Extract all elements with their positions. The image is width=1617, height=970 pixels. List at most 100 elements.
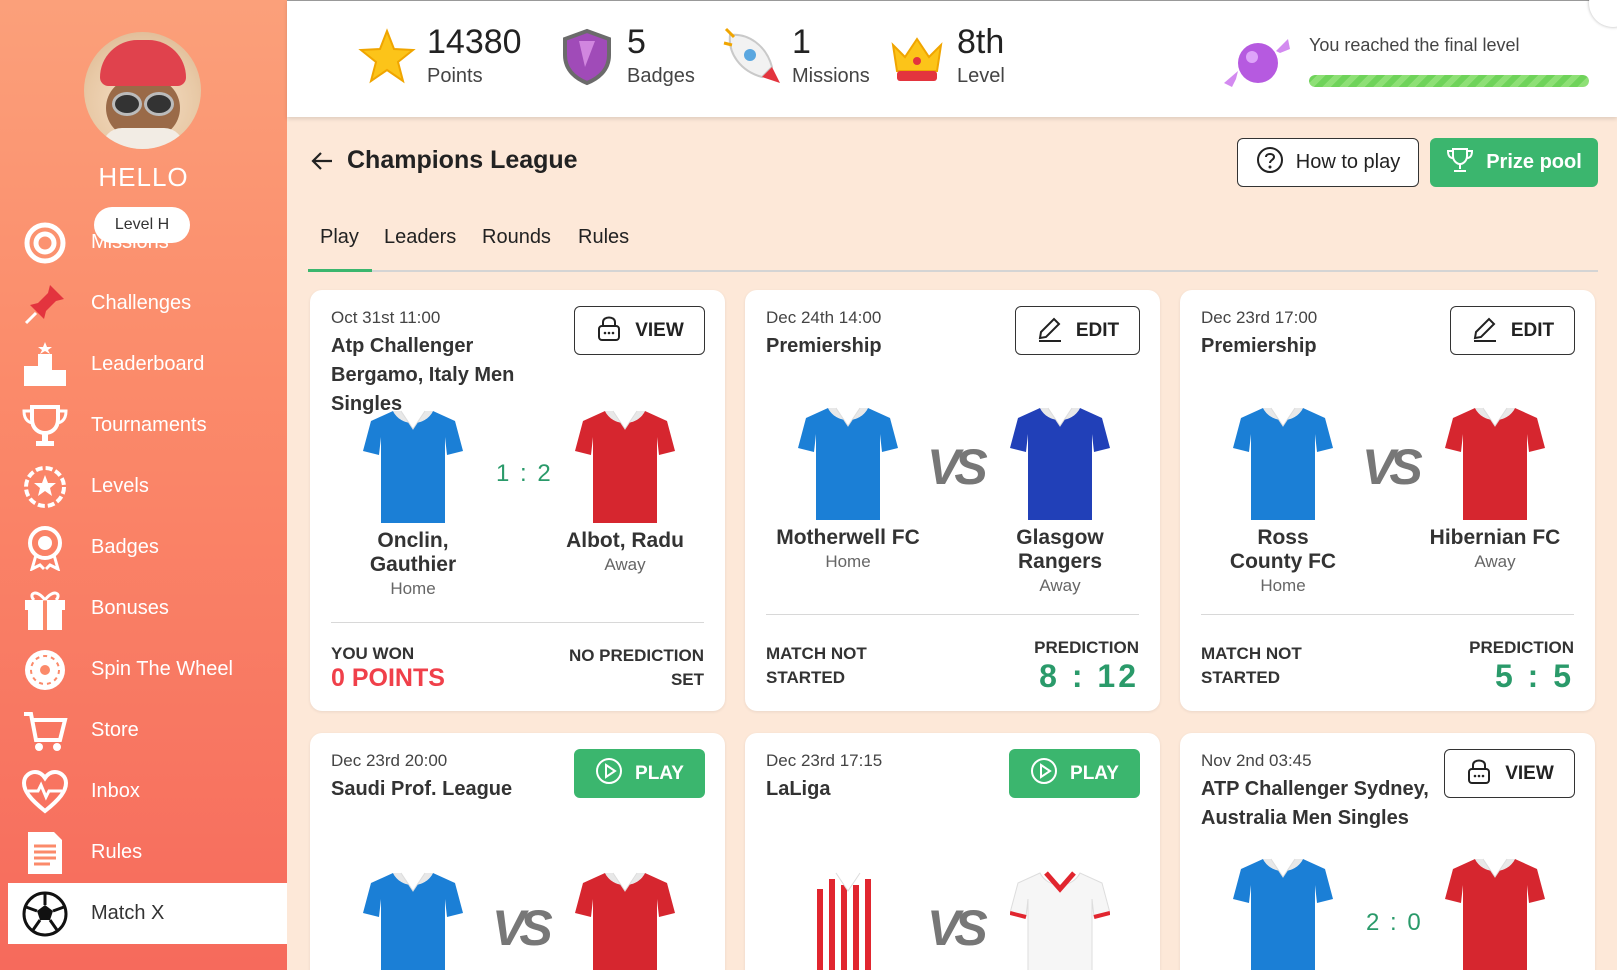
match-card: Dec 24th 14:00 Premiership EDIT VS Mothe…	[745, 290, 1160, 711]
sidebar-nav: Missions Challenges Leaderboard Tourname…	[0, 222, 287, 944]
away-shirt-icon	[1010, 869, 1110, 970]
home-shirt-icon	[1233, 855, 1333, 970]
away-team-name: Albot, Radu	[566, 529, 684, 552]
away-team-name: Hibernian FC	[1429, 526, 1561, 549]
level-label: Level	[957, 65, 1005, 87]
sidebar-item-store[interactable]: Store	[0, 700, 287, 761]
sidebar-item-label: Spin The Wheel	[91, 658, 233, 680]
play-button[interactable]: PLAY	[1009, 749, 1140, 798]
away-team: Glasgow Rangers Away	[970, 526, 1150, 596]
sidebar-item-levels[interactable]: Levels	[0, 456, 287, 517]
pin-icon	[22, 281, 68, 327]
match-card: Dec 23rd 20:00 Saudi Prof. League PLAY V…	[310, 733, 725, 970]
play-icon	[1030, 757, 1058, 791]
final-level-bar-fill	[1309, 75, 1589, 87]
final-level-text: You reached the final level	[1309, 35, 1520, 55]
cart-icon	[22, 708, 68, 754]
final-level-progress: You reached the final level	[1222, 23, 1602, 103]
view-button[interactable]: VIEW	[1444, 749, 1575, 798]
away-team-role: Away	[1039, 576, 1081, 595]
match-score: 1 : 2	[496, 460, 553, 487]
sidebar-item-rules[interactable]: Rules	[0, 822, 287, 883]
tab-play[interactable]: Play	[320, 226, 359, 249]
how-to-play-button[interactable]: How to play	[1237, 138, 1419, 187]
greeting: HELLO	[98, 162, 189, 192]
shield-icon	[557, 27, 617, 87]
home-team-name: Ross County FC	[1229, 526, 1337, 573]
match-date: Dec 23rd 17:00	[1201, 308, 1318, 327]
sidebar: HELLO Level H Missions Challenges Leader…	[0, 0, 287, 970]
sidebar-item-label: Leaderboard	[91, 353, 205, 375]
vs-label: VS	[492, 900, 553, 956]
play-button[interactable]: PLAY	[574, 749, 705, 798]
prediction-score: 8 : 12	[1039, 658, 1139, 694]
sidebar-item-label: Inbox	[91, 780, 140, 802]
stats-bar: 14380 Points 5 Badges 1 Missions 8th Lev…	[287, 0, 1617, 117]
home-team-name: Motherwell FC	[776, 526, 920, 549]
match-date: Dec 23rd 20:00	[331, 751, 448, 770]
match-league: Saudi Prof. League	[331, 778, 513, 800]
help-icon	[1256, 146, 1284, 180]
podium-icon	[22, 341, 68, 388]
match-card: Nov 2nd 03:45 ATP Challenger Sydney, Aus…	[1180, 733, 1595, 970]
match-date: Dec 24th 14:00	[766, 308, 882, 327]
view-button[interactable]: VIEW	[574, 306, 705, 355]
home-shirt-icon	[798, 404, 898, 520]
star-icon	[357, 27, 417, 87]
match-date: Dec 23rd 17:15	[766, 751, 883, 770]
sidebar-item-bonuses[interactable]: Bonuses	[0, 578, 287, 639]
match-card: Oct 31st 11:00 Atp Challenger Bergamo, I…	[310, 290, 725, 711]
missions-value: 1	[792, 23, 811, 61]
divider	[1201, 614, 1574, 615]
missions-label: Missions	[792, 65, 870, 87]
away-shirt-icon	[1010, 404, 1110, 520]
edit-button[interactable]: EDIT	[1450, 306, 1575, 355]
away-shirt-icon	[1445, 404, 1545, 520]
result-label: YOU WON	[331, 644, 415, 663]
vs-label: VS	[927, 439, 988, 495]
lock-icon	[595, 314, 623, 348]
vs-label: VS	[1362, 439, 1423, 495]
sidebar-item-leaderboard[interactable]: Leaderboard	[0, 334, 287, 395]
home-shirt-icon	[363, 407, 463, 523]
away-team-role: Away	[1474, 552, 1516, 571]
tab-rounds[interactable]: Rounds	[482, 226, 551, 249]
pencil-icon	[1471, 314, 1499, 348]
prediction-block: PREDICTION 5 : 5	[1469, 636, 1574, 694]
home-shirt-icon	[1233, 404, 1333, 520]
sidebar-item-badges[interactable]: Badges	[0, 517, 287, 578]
tab-bar: Play Leaders Rounds Rules	[308, 222, 1598, 272]
view-label: VIEW	[1505, 762, 1554, 784]
points-value: 14380	[427, 23, 522, 61]
play-icon	[595, 757, 623, 791]
back-arrow-icon[interactable]	[310, 148, 336, 174]
prize-pool-label: Prize pool	[1486, 151, 1582, 173]
match-league: Atp Challenger Bergamo, Italy Men Single…	[331, 335, 515, 415]
document-icon	[22, 830, 68, 876]
candy-icon	[1222, 31, 1292, 93]
tab-rules[interactable]: Rules	[578, 226, 629, 249]
sidebar-item-label: Challenges	[91, 292, 192, 314]
prediction-score: 5 : 5	[1494, 658, 1574, 694]
home-team: Onclin, Gauthier Home	[323, 529, 503, 599]
tab-leaders[interactable]: Leaders	[384, 226, 456, 249]
prize-pool-button[interactable]: Prize pool	[1430, 138, 1598, 187]
view-label: VIEW	[635, 319, 684, 341]
sidebar-item-tournaments[interactable]: Tournaments	[0, 395, 287, 456]
prediction-block: PREDICTION 8 : 12	[1034, 636, 1139, 694]
edit-button[interactable]: EDIT	[1015, 306, 1140, 355]
home-team: Motherwell FC Home	[758, 526, 938, 572]
sidebar-item-challenges[interactable]: Challenges	[0, 273, 287, 334]
sidebar-item-spin-the-wheel[interactable]: Spin The Wheel	[0, 639, 287, 700]
prediction-label: PREDICTION	[1469, 638, 1574, 657]
avatar[interactable]	[84, 32, 201, 149]
sidebar-item-label: Missions	[91, 231, 169, 253]
sidebar-item-match-x[interactable]: Match X	[8, 883, 287, 944]
sidebar-item-missions[interactable]: Missions	[0, 212, 287, 273]
crown-icon	[887, 27, 947, 87]
rocket-icon	[722, 27, 782, 87]
active-tab-indicator	[308, 269, 372, 272]
sidebar-item-inbox[interactable]: Inbox	[0, 761, 287, 822]
play-label: PLAY	[1070, 762, 1119, 784]
sidebar-item-label: Levels	[91, 475, 149, 497]
